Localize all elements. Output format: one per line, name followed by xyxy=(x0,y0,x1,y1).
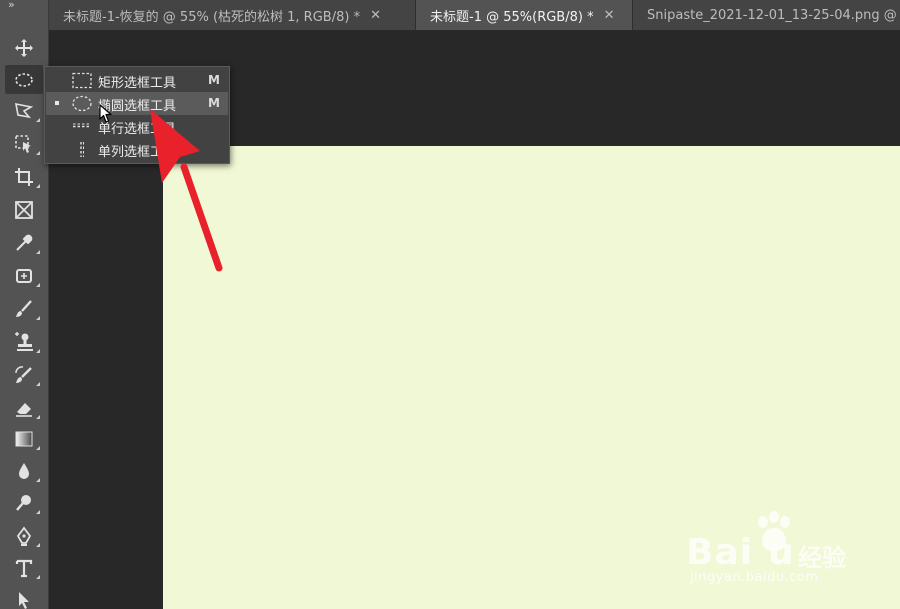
blur-tool-icon[interactable] xyxy=(5,456,43,485)
selected-tool-indicator xyxy=(55,101,59,105)
tab-document-snipaste[interactable]: Snipaste_2021-12-01_13-25-04.png @ xyxy=(633,0,900,30)
brush-tool-icon[interactable] xyxy=(5,294,43,323)
close-icon[interactable]: ✕ xyxy=(370,8,381,23)
close-icon[interactable]: ✕ xyxy=(604,8,615,23)
tab-document-active[interactable]: 未标题-1 @ 55%(RGB/8) * ✕ xyxy=(416,0,633,30)
document-tab-bar: 未标题-1-恢复的 @ 55% (枯死的松树 1, RGB/8) * ✕ 未标题… xyxy=(49,0,900,31)
shortcut-key: M xyxy=(208,73,220,87)
baidu-jingyan-watermark: Bai u 经验 jingyan.baidu.com xyxy=(686,508,886,594)
clone-stamp-tool-icon[interactable] xyxy=(5,327,43,356)
path-selection-tool-icon[interactable] xyxy=(5,585,43,609)
single-row-marquee-icon xyxy=(73,123,91,128)
annotation-arrow xyxy=(150,109,223,272)
tab-title: 未标题-1 @ 55%(RGB/8) * xyxy=(430,10,594,25)
flyout-item-label: 矩形选框工具 xyxy=(98,76,177,91)
watermark-brand-suffix: u xyxy=(768,532,795,573)
watermark-url: jingyan.baidu.com xyxy=(690,570,819,585)
single-column-marquee-icon xyxy=(80,142,84,157)
object-selection-tool-icon[interactable] xyxy=(5,129,43,158)
elliptical-marquee-icon xyxy=(72,95,92,112)
rectangular-marquee-icon xyxy=(72,72,92,89)
type-tool-icon[interactable] xyxy=(5,553,43,582)
pen-tool-icon[interactable] xyxy=(5,521,43,550)
tab-document-recovered[interactable]: 未标题-1-恢复的 @ 55% (枯死的松树 1, RGB/8) * ✕ xyxy=(49,0,416,30)
history-brush-tool-icon[interactable] xyxy=(5,360,43,389)
tab-title: 未标题-1-恢复的 @ 55% (枯死的松树 1, RGB/8) * xyxy=(63,10,361,25)
tab-title: Snipaste_2021-12-01_13-25-04.png @ xyxy=(647,8,897,23)
polygonal-lasso-tool-icon[interactable] xyxy=(5,96,43,125)
tools-panel: » xyxy=(0,0,49,609)
watermark-brand: Bai xyxy=(686,532,754,573)
spot-healing-brush-tool-icon[interactable] xyxy=(5,261,43,290)
eraser-tool-icon[interactable] xyxy=(5,393,43,422)
mouse-cursor-icon xyxy=(99,104,112,123)
frame-tool-icon[interactable] xyxy=(5,195,43,224)
elliptical-marquee-tool-icon[interactable] xyxy=(5,65,43,94)
eyedropper-tool-icon[interactable] xyxy=(5,228,43,257)
panel-collapse-grip[interactable]: » xyxy=(8,0,15,10)
gradient-tool-icon[interactable] xyxy=(5,424,43,453)
watermark-cn: 经验 xyxy=(798,544,846,572)
crop-tool-icon[interactable] xyxy=(5,162,43,191)
move-tool-icon[interactable] xyxy=(5,33,43,62)
dodge-tool-icon[interactable] xyxy=(5,488,43,517)
flyout-item-rectangular-marquee[interactable]: 矩形选框工具 M xyxy=(46,69,228,92)
